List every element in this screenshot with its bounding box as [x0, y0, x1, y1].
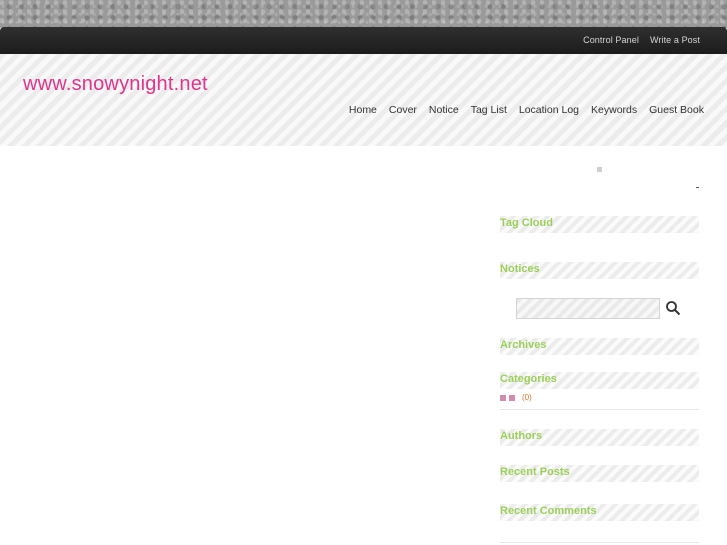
recent-posts-title: Recent Posts [500, 465, 699, 482]
nav-tag-list[interactable]: Tag List [471, 104, 507, 116]
search-icon[interactable] [665, 300, 681, 316]
main-nav: Home Cover Notice Tag List Location Log … [349, 104, 704, 116]
authors-title: Authors [500, 429, 699, 446]
write-post-link[interactable]: Write a Post [650, 35, 700, 45]
nav-cover[interactable]: Cover [389, 104, 417, 116]
category-root[interactable]: (0) [500, 393, 532, 402]
top-texture-strip [0, 0, 727, 28]
nav-location-log[interactable]: Location Log [519, 104, 579, 116]
categories-title: Categories [500, 372, 699, 389]
category-icon [500, 394, 506, 401]
nav-home[interactable]: Home [349, 104, 377, 116]
tag-cloud-title: Tag Cloud [500, 216, 699, 233]
notices-title: Notices [500, 262, 699, 279]
admin-bar: Control Panel Write a Post [0, 27, 727, 54]
nav-guest-book[interactable]: Guest Book [649, 104, 704, 116]
category-icon [509, 394, 515, 401]
decorative-dot [597, 167, 602, 172]
archives-title: Archives [500, 338, 699, 355]
divider [500, 409, 699, 410]
admin-links: Control Panel Write a Post [583, 35, 700, 45]
decorative-dash [696, 187, 699, 188]
search-input[interactable] [516, 298, 660, 319]
control-panel-link[interactable]: Control Panel [583, 35, 639, 45]
site-title[interactable]: www.snowynight.net [23, 73, 208, 96]
recent-comments-title: Recent Comments [500, 504, 699, 521]
category-count: (0) [522, 393, 532, 402]
nav-keywords[interactable]: Keywords [591, 104, 637, 116]
site-header: www.snowynight.net Home Cover Notice Tag… [0, 54, 727, 146]
divider [500, 542, 699, 543]
nav-notice[interactable]: Notice [429, 104, 459, 116]
